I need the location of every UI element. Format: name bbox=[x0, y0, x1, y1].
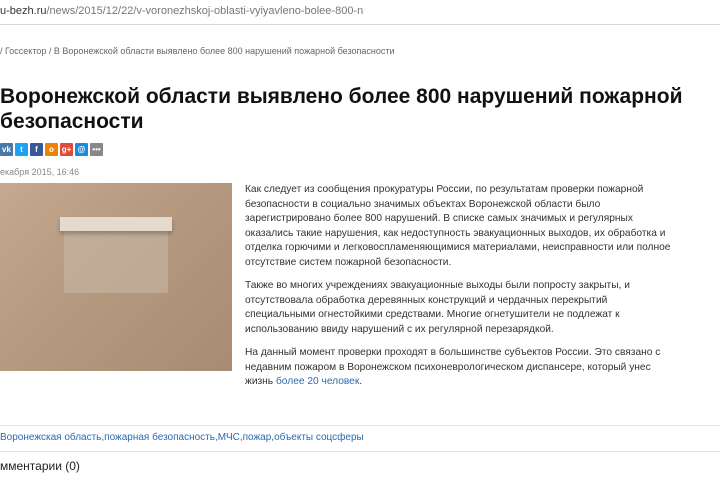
more-icon[interactable]: ••• bbox=[90, 143, 103, 156]
article-body: Как следует из сообщения прокуратуры Рос… bbox=[245, 183, 675, 399]
casualties-link[interactable]: более 20 человек bbox=[276, 376, 359, 387]
twitter-icon[interactable]: t bbox=[15, 143, 28, 156]
sign-backplate bbox=[64, 231, 168, 293]
article-tags[interactable]: Воронежская область,пожарная безопасност… bbox=[0, 432, 364, 443]
url-path: /news/2015/12/22/v-voronezhskoj-oblasti-… bbox=[46, 5, 364, 17]
url-domain: u-bezh.ru bbox=[0, 5, 47, 17]
mailru-icon[interactable]: @ bbox=[75, 143, 88, 156]
address-bar[interactable]: u-bezh.ru/news/2015/12/22/v-voronezhskoj… bbox=[0, 0, 720, 25]
article-paragraph-3: На данный момент проверки проходят в бол… bbox=[245, 346, 675, 390]
odnoklassniki-icon[interactable]: o bbox=[45, 143, 58, 156]
paragraph-3-end: . bbox=[359, 376, 363, 387]
sign-mount bbox=[60, 217, 172, 231]
comments-header[interactable]: мментарии (0) bbox=[0, 451, 720, 473]
article-paragraph-1: Как следует из сообщения прокуратуры Рос… bbox=[245, 184, 671, 268]
article-photo bbox=[0, 183, 232, 371]
google-plus-icon[interactable]: g+ bbox=[60, 143, 73, 156]
article-paragraph-2: Также во многих учреждениях эвакуационны… bbox=[245, 280, 630, 335]
url-text[interactable]: u-bezh.ru/news/2015/12/22/v-voronezhskoj… bbox=[0, 5, 363, 17]
share-buttons: vk t f o g+ @ ••• bbox=[0, 143, 103, 156]
page-title: Воронежской области выявлено более 800 н… bbox=[0, 85, 683, 133]
facebook-icon[interactable]: f bbox=[30, 143, 43, 156]
article-date: екабря 2015, 16:46 bbox=[0, 167, 80, 177]
breadcrumb[interactable]: / Госсектор / В Воронежской области выяв… bbox=[0, 46, 395, 56]
vk-icon[interactable]: vk bbox=[0, 143, 13, 156]
divider bbox=[0, 425, 720, 426]
